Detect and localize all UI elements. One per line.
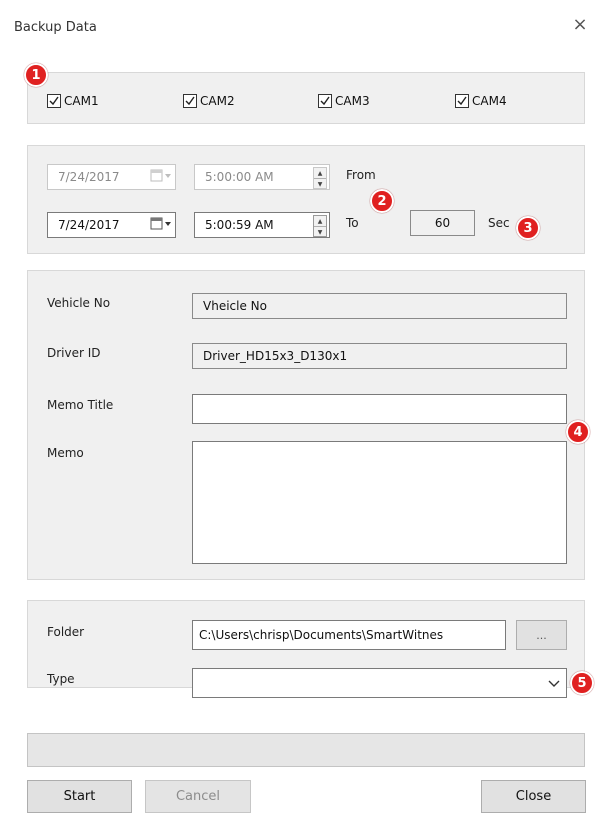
vehicle-value: Vheicle No [203, 299, 267, 313]
spin-down-icon[interactable]: ▼ [314, 227, 326, 237]
camera-label: CAM1 [64, 94, 99, 108]
type-label: Type [47, 672, 75, 686]
duration-field: 60 [410, 210, 475, 236]
checkbox-icon [455, 94, 469, 108]
from-label: From [346, 168, 376, 182]
to-date-value: 7/24/2017 [58, 218, 120, 232]
folder-field[interactable]: C:\Users\chrisp\Documents\SmartWitnes [192, 620, 506, 650]
camera-checkbox-3[interactable]: CAM3 [318, 94, 370, 108]
duration-unit: Sec [488, 216, 510, 230]
calendar-dropdown-icon [150, 169, 172, 183]
camera-label: CAM3 [335, 94, 370, 108]
cancel-button[interactable]: Cancel [145, 780, 251, 813]
to-label: To [346, 216, 359, 230]
to-time-spinner[interactable]: ▲ ▼ [313, 215, 327, 237]
vehicle-label: Vehicle No [47, 296, 111, 310]
from-date-picker[interactable]: 7/24/2017 [47, 164, 176, 190]
camera-checkbox-1[interactable]: CAM1 [47, 94, 99, 108]
vehicle-field[interactable]: Vheicle No [192, 293, 567, 319]
driver-label: Driver ID [47, 346, 101, 360]
spin-up-icon[interactable]: ▲ [314, 168, 326, 179]
memo-textarea[interactable] [192, 441, 567, 564]
camera-checkbox-2[interactable]: CAM2 [183, 94, 235, 108]
from-time-picker[interactable]: 5:00:00 AM ▲ ▼ [194, 164, 330, 190]
driver-value: Driver_HD15x3_D130x1 [203, 349, 348, 363]
duration-value: 60 [434, 216, 451, 230]
close-icon[interactable]: × [569, 14, 591, 36]
driver-field[interactable]: Driver_HD15x3_D130x1 [192, 343, 567, 369]
memo-title-label: Memo Title [47, 398, 114, 412]
annotation-badge-3: 3 [516, 216, 540, 240]
to-date-picker[interactable]: 7/24/2017 [47, 212, 176, 238]
checkbox-icon [183, 94, 197, 108]
checkbox-icon [318, 94, 332, 108]
camera-label: CAM4 [472, 94, 507, 108]
annotation-badge-2: 2 [370, 189, 394, 213]
progress-bar [27, 733, 585, 767]
folder-value: C:\Users\chrisp\Documents\SmartWitnes [199, 628, 444, 642]
annotation-badge-5: 5 [570, 671, 594, 695]
start-button[interactable]: Start [27, 780, 132, 813]
folder-label: Folder [47, 625, 85, 639]
checkbox-icon [47, 94, 61, 108]
spin-up-icon[interactable]: ▲ [314, 216, 326, 227]
browse-button[interactable]: ... [516, 620, 567, 650]
camera-checkbox-4[interactable]: CAM4 [455, 94, 507, 108]
from-time-value: 5:00:00 AM [205, 170, 274, 184]
memo-title-input[interactable] [192, 394, 567, 424]
spin-down-icon[interactable]: ▼ [314, 179, 326, 189]
from-time-spinner[interactable]: ▲ ▼ [313, 167, 327, 189]
annotation-badge-1: 1 [24, 63, 48, 87]
calendar-dropdown-icon [150, 217, 172, 231]
window-title: Backup Data [14, 20, 97, 35]
camera-label: CAM2 [200, 94, 235, 108]
close-button[interactable]: Close [481, 780, 586, 813]
to-time-picker[interactable]: 5:00:59 AM ▲ ▼ [194, 212, 330, 238]
type-select[interactable] [192, 668, 567, 698]
annotation-badge-4: 4 [566, 420, 590, 444]
chevron-down-icon [548, 678, 560, 692]
from-date-value: 7/24/2017 [58, 170, 120, 184]
memo-label: Memo [47, 446, 84, 460]
to-time-value: 5:00:59 AM [205, 218, 274, 232]
